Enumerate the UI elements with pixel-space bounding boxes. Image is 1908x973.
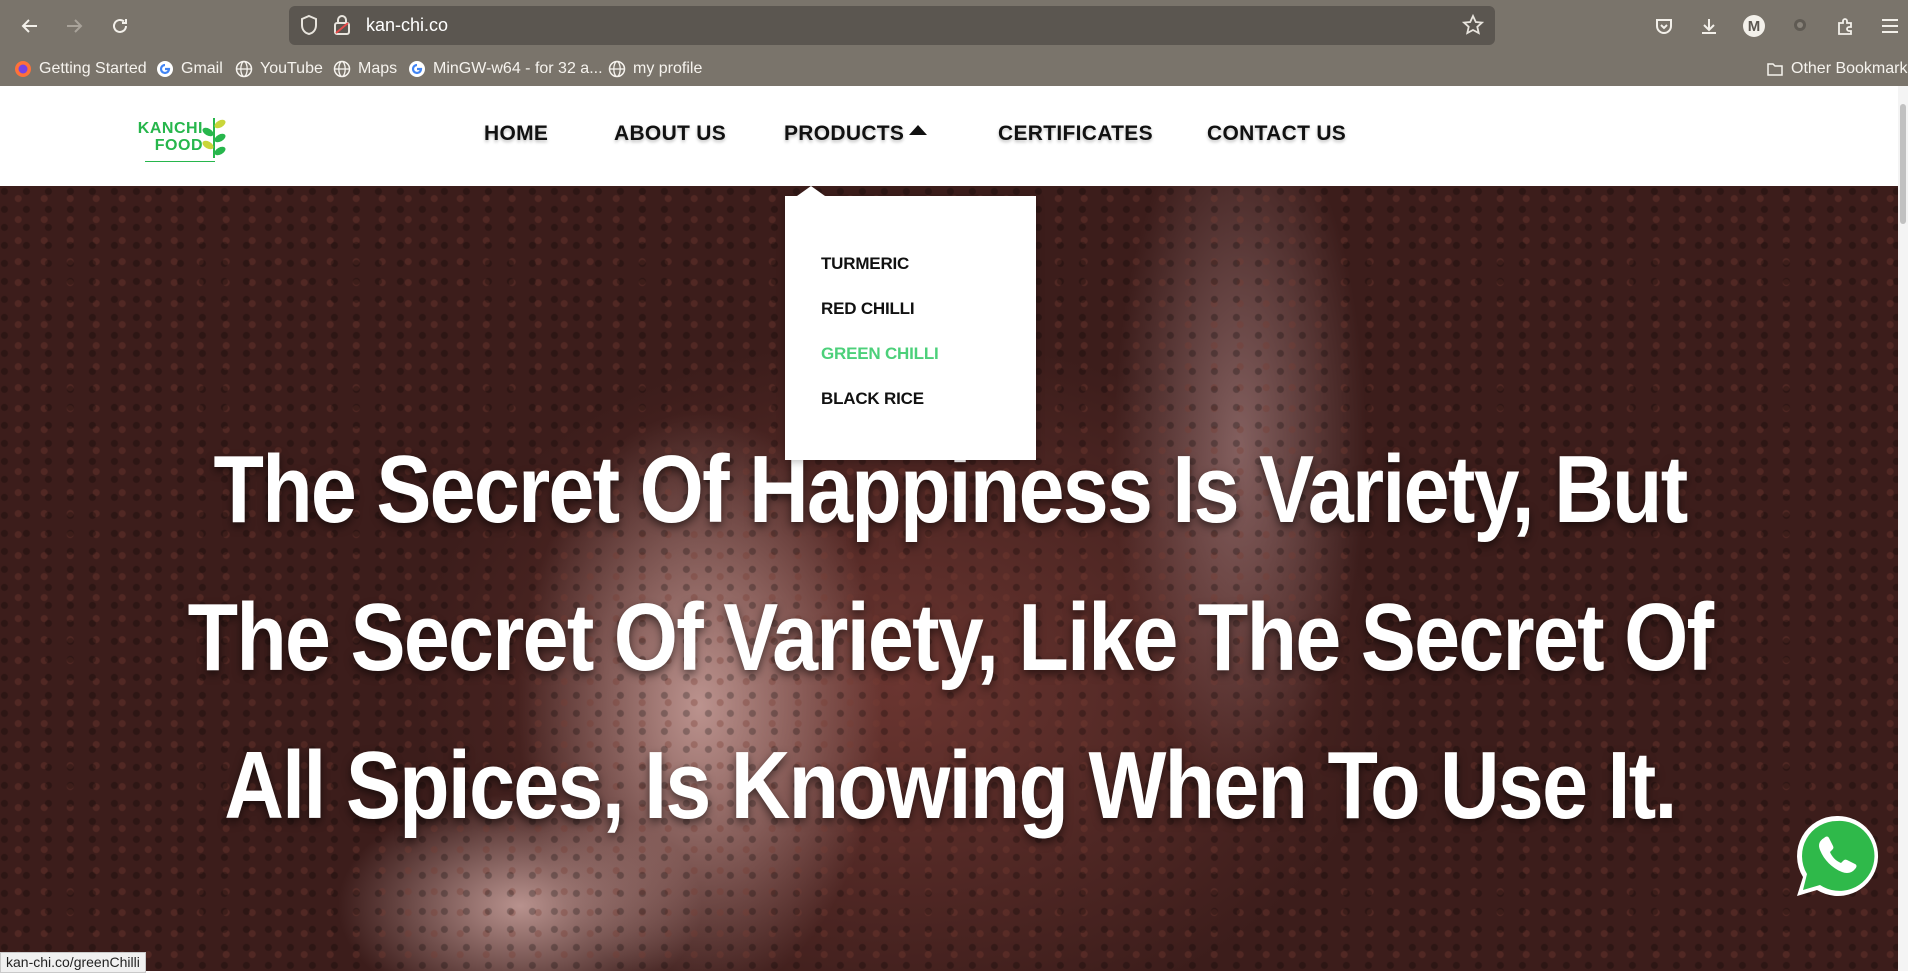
downloads-button[interactable] <box>1693 10 1725 42</box>
nav-certificates[interactable]: CERTIFICATES <box>998 122 1153 146</box>
bookmark-youtube[interactable]: YouTube <box>235 58 323 80</box>
other-bookmarks[interactable]: Other Bookmarks <box>1766 58 1908 80</box>
bookmark-label: Getting Started <box>39 60 147 77</box>
nav-about-us[interactable]: ABOUT US <box>614 122 726 146</box>
logo-line2: FOOD <box>154 137 203 154</box>
dropdown-item-green-chilli[interactable]: GREEN CHILLI <box>821 344 939 364</box>
leaf-plant-icon <box>202 118 226 158</box>
scrollbar-thumb[interactable] <box>1900 104 1906 224</box>
forward-button[interactable] <box>58 10 90 42</box>
bookmark-maps[interactable]: Maps <box>333 58 397 80</box>
nav-contact-us[interactable]: CONTACT US <box>1207 122 1346 146</box>
other-bookmarks-label: Other Bookmarks <box>1791 60 1908 77</box>
bookmark-mingw[interactable]: MinGW-w64 - for 32 a... <box>408 58 603 80</box>
back-button[interactable] <box>14 10 46 42</box>
profile-avatar: M <box>1743 15 1765 37</box>
extension-icon <box>1794 19 1806 31</box>
dropdown-item-black-rice[interactable]: BLACK RICE <box>821 389 924 409</box>
bookmark-getting-started[interactable]: Getting Started <box>14 58 147 80</box>
dropdown-item-red-chilli[interactable]: RED CHILLI <box>821 299 915 319</box>
bookmark-gmail[interactable]: Gmail <box>156 58 223 80</box>
nav-home[interactable]: HOME <box>484 122 548 146</box>
products-dropdown: TURMERIC RED CHILLI GREEN CHILLI BLACK R… <box>785 186 1036 460</box>
bookmark-my-profile[interactable]: my profile <box>608 58 702 80</box>
whatsapp-icon <box>1797 815 1879 896</box>
firefox-icon <box>15 61 31 77</box>
url-text[interactable]: kan-chi.co <box>366 15 448 36</box>
google-icon <box>409 61 425 77</box>
globe-icon <box>608 60 626 78</box>
account-button[interactable]: M <box>1738 10 1770 42</box>
dropdown-item-turmeric[interactable]: TURMERIC <box>821 254 909 274</box>
page-scrollbar[interactable] <box>1898 86 1908 971</box>
extension-button[interactable] <box>1784 10 1816 42</box>
hero-quote: The Secret Of Happiness Is Variety, But … <box>187 436 1714 839</box>
reload-button[interactable] <box>104 10 136 42</box>
site-header: KANCHI FOOD HOME ABOUT US PRODUCTS CERTI… <box>0 86 1898 186</box>
reload-icon <box>113 18 127 33</box>
bookmark-label: Gmail <box>181 60 223 77</box>
forward-arrow-icon <box>67 19 83 33</box>
bookmark-label: MinGW-w64 - for 32 a... <box>433 60 603 77</box>
logo-line1: KANCHI <box>137 120 203 137</box>
logo-tagline-line <box>145 161 215 162</box>
bookmarks-bar: Getting Started Gmail YouTube Maps MinGW… <box>0 52 1908 87</box>
puzzle-icon <box>1838 18 1852 35</box>
bookmark-label: my profile <box>633 60 703 77</box>
download-icon <box>1702 19 1716 34</box>
app-menu-button[interactable] <box>1874 10 1906 42</box>
whatsapp-button[interactable] <box>1793 812 1881 900</box>
globe-icon <box>333 60 351 78</box>
nav-products[interactable]: PRODUCTS <box>784 122 904 146</box>
lock-icon[interactable] <box>333 14 355 36</box>
google-icon <box>157 61 173 77</box>
bookmark-star-icon[interactable] <box>1461 13 1485 36</box>
browser-toolbar: kan-chi.co M <box>0 0 1908 52</box>
bookmark-label: YouTube <box>260 60 323 77</box>
folder-icon <box>1767 63 1783 76</box>
pocket-button[interactable] <box>1648 10 1680 42</box>
globe-icon <box>235 60 253 78</box>
shield-icon[interactable] <box>299 14 321 36</box>
back-arrow-icon <box>21 19 37 33</box>
kanchi-food-logo[interactable]: KANCHI FOOD <box>135 114 227 166</box>
link-status-bar: kan-chi.co/greenChilli <box>0 952 146 973</box>
bookmark-label: Maps <box>358 60 398 77</box>
hamburger-menu-icon <box>1882 19 1898 33</box>
address-bar[interactable]: kan-chi.co <box>289 6 1495 45</box>
extensions-menu-button[interactable] <box>1829 10 1861 42</box>
pocket-icon <box>1656 19 1672 34</box>
logo-text: KANCHI FOOD <box>135 120 203 154</box>
caret-up-icon[interactable] <box>909 125 927 135</box>
